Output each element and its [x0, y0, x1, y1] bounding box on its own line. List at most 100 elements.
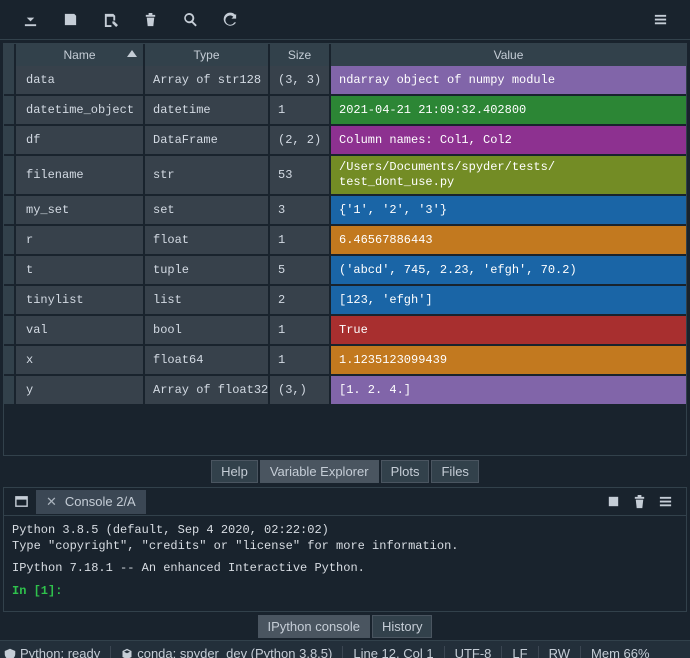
lsp-status[interactable]: Python: ready — [4, 646, 100, 658]
table-row[interactable]: rfloat16.46567886443 — [4, 226, 686, 256]
import-icon[interactable] — [10, 0, 50, 40]
variable-explorer-table: Name Type Size Value dataArray of str128… — [3, 43, 687, 456]
cell-size: 1 — [268, 96, 329, 126]
cell-name: tinylist — [14, 286, 143, 316]
delete-icon[interactable] — [130, 0, 170, 40]
save-as-icon[interactable] — [90, 0, 130, 40]
cell-value: ('abcd', 745, 2.23, 'efgh', 70.2) — [329, 256, 686, 286]
cell-name: data — [14, 66, 143, 96]
cell-name: df — [14, 126, 143, 156]
cell-name: x — [14, 346, 143, 376]
cell-name: filename — [14, 156, 143, 196]
header-name-label: Name — [63, 48, 95, 62]
cell-size: 1 — [268, 226, 329, 256]
table-row[interactable]: tinylistlist2[123, 'efgh'] — [4, 286, 686, 316]
cell-value: True — [329, 316, 686, 346]
table-row[interactable]: filenamestr53/Users/Documents/spyder/tes… — [4, 156, 686, 196]
cell-type: float — [143, 226, 268, 256]
table-row[interactable]: my_setset3{'1', '2', '3'} — [4, 196, 686, 226]
conda-env[interactable]: conda: spyder_dev (Python 3.8.5) — [121, 646, 332, 658]
cell-value: [1. 2. 4.] — [329, 376, 686, 406]
cell-type: DataFrame — [143, 126, 268, 156]
cell-value: 1.1235123099439 — [329, 346, 686, 376]
console-output[interactable]: Python 3.8.5 (default, Sep 4 2020, 02:22… — [4, 516, 686, 611]
cell-type: tuple — [143, 256, 268, 286]
table-row[interactable]: dataArray of str128(3, 3)ndarray object … — [4, 66, 686, 96]
ipython-console-panel: ✕ Console 2/A Python 3.8.5 (default, Sep… — [3, 487, 687, 612]
encoding[interactable]: UTF-8 — [455, 646, 492, 658]
tab-files[interactable]: Files — [431, 460, 478, 483]
stop-icon[interactable] — [602, 491, 624, 513]
tab-plots[interactable]: Plots — [381, 460, 430, 483]
cell-name: r — [14, 226, 143, 256]
console-pane-tabs: IPython console History — [0, 614, 690, 640]
cell-name: val — [14, 316, 143, 346]
cell-size: (3, 3) — [268, 66, 329, 96]
console-options-icon[interactable] — [654, 491, 676, 513]
cell-name: my_set — [14, 196, 143, 226]
console-line: IPython 7.18.1 -- An enhanced Interactiv… — [12, 560, 678, 576]
tab-history[interactable]: History — [372, 615, 432, 638]
console-tab-label: Console 2/A — [65, 494, 136, 509]
table-row[interactable]: xfloat6411.1235123099439 — [4, 346, 686, 376]
cell-value: Column names: Col1, Col2 — [329, 126, 686, 156]
cell-size: (3,) — [268, 376, 329, 406]
header-name[interactable]: Name — [14, 44, 143, 66]
browse-tabs-icon[interactable] — [10, 491, 32, 513]
header-type[interactable]: Type — [143, 44, 268, 66]
cursor-position[interactable]: Line 12, Col 1 — [353, 646, 433, 658]
cell-value: {'1', '2', '3'} — [329, 196, 686, 226]
save-icon[interactable] — [50, 0, 90, 40]
cell-size: 3 — [268, 196, 329, 226]
cell-name: datetime_object — [14, 96, 143, 126]
pane-tabs: Help Variable Explorer Plots Files — [0, 459, 690, 485]
cell-size: 2 — [268, 286, 329, 316]
eol[interactable]: LF — [512, 646, 527, 658]
console-tabbar: ✕ Console 2/A — [4, 488, 686, 516]
cell-type: str — [143, 156, 268, 196]
table-header: Name Type Size Value — [4, 44, 686, 66]
table-row[interactable]: yArray of float32(3,)[1. 2. 4.] — [4, 376, 686, 406]
header-size[interactable]: Size — [268, 44, 329, 66]
options-menu-icon[interactable] — [640, 0, 680, 40]
memory-usage[interactable]: Mem 66% — [591, 646, 650, 658]
console-line: Type "copyright", "credits" or "license"… — [12, 538, 678, 554]
close-tab-icon[interactable]: ✕ — [46, 494, 57, 510]
cell-value: /Users/Documents/spyder/tests/test_dont_… — [329, 156, 686, 196]
console-tab[interactable]: ✕ Console 2/A — [36, 490, 146, 514]
tab-ipython-console[interactable]: IPython console — [258, 615, 371, 638]
table-row[interactable]: dfDataFrame(2, 2)Column names: Col1, Col… — [4, 126, 686, 156]
cell-name: t — [14, 256, 143, 286]
cell-value: ndarray object of numpy module — [329, 66, 686, 96]
cell-value: 2021-04-21 21:09:32.402800 — [329, 96, 686, 126]
table-row[interactable]: datetime_objectdatetime12021-04-21 21:09… — [4, 96, 686, 126]
clear-icon[interactable] — [628, 491, 650, 513]
refresh-icon[interactable] — [210, 0, 250, 40]
cell-size: 5 — [268, 256, 329, 286]
cell-value: [123, 'efgh'] — [329, 286, 686, 316]
search-icon[interactable] — [170, 0, 210, 40]
table-row[interactable]: ttuple5('abcd', 745, 2.23, 'efgh', 70.2) — [4, 256, 686, 286]
cell-name: y — [14, 376, 143, 406]
cell-size: 53 — [268, 156, 329, 196]
cell-type: float64 — [143, 346, 268, 376]
table-row[interactable]: valbool1True — [4, 316, 686, 346]
cell-type: datetime — [143, 96, 268, 126]
cell-value: 6.46567886443 — [329, 226, 686, 256]
cell-type: set — [143, 196, 268, 226]
sort-indicator-icon — [127, 50, 137, 57]
cell-size: 1 — [268, 316, 329, 346]
cell-size: (2, 2) — [268, 126, 329, 156]
variable-explorer-toolbar — [0, 0, 690, 40]
console-prompt: In [1]: — [12, 584, 62, 598]
rw-status[interactable]: RW — [549, 646, 570, 658]
status-bar: Python: ready conda: spyder_dev (Python … — [0, 640, 690, 658]
header-value[interactable]: Value — [329, 44, 686, 66]
cell-type: bool — [143, 316, 268, 346]
tab-variable-explorer[interactable]: Variable Explorer — [260, 460, 379, 483]
console-line: Python 3.8.5 (default, Sep 4 2020, 02:22… — [12, 522, 678, 538]
cell-type: list — [143, 286, 268, 316]
tab-help[interactable]: Help — [211, 460, 258, 483]
cell-type: Array of float32 — [143, 376, 268, 406]
cell-size: 1 — [268, 346, 329, 376]
